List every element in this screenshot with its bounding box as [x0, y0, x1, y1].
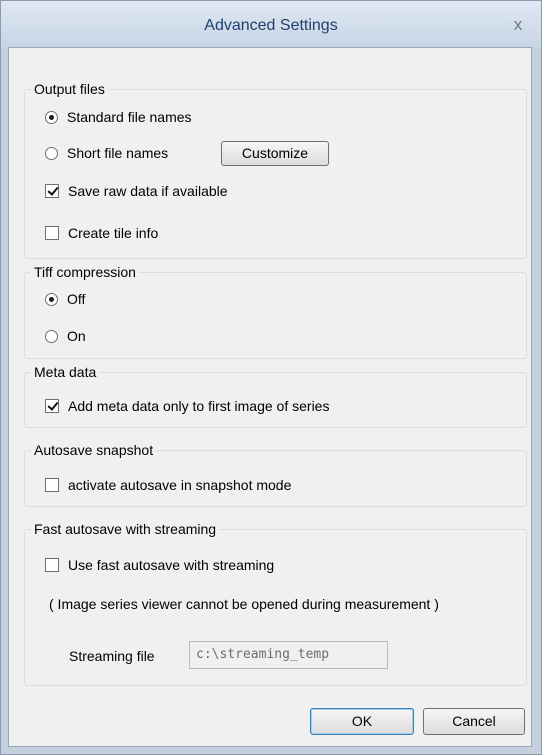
meta-first-image-option[interactable]: Add meta data only to first image of ser…: [45, 396, 329, 416]
use-fast-autosave-label: Use fast autosave with streaming: [68, 557, 275, 573]
use-fast-autosave-option[interactable]: Use fast autosave with streaming: [45, 555, 274, 575]
save-raw-data-checkbox[interactable]: [45, 184, 59, 198]
activate-autosave-option[interactable]: activate autosave in snapshot mode: [45, 475, 291, 495]
output-files-legend: Output files: [31, 80, 108, 98]
create-tile-info-checkbox[interactable]: [45, 226, 59, 240]
streaming-file-input[interactable]: c:\streaming_temp: [189, 641, 388, 669]
tiff-on-radio[interactable]: [45, 329, 58, 343]
save-raw-data-label: Save raw data if available: [68, 183, 228, 199]
viewer-warning-note: ( Image series viewer cannot be opened d…: [49, 596, 439, 612]
tiff-compression-legend: Tiff compression: [31, 263, 139, 281]
activate-autosave-label: activate autosave in snapshot mode: [68, 477, 292, 493]
tiff-off-option[interactable]: Off: [45, 289, 85, 309]
standard-file-names-label: Standard file names: [67, 109, 192, 125]
tiff-off-label: Off: [67, 291, 86, 307]
tiff-compression-group: Tiff compression: [24, 263, 527, 359]
fast-autosave-legend: Fast autosave with streaming: [31, 520, 220, 538]
short-file-names-label: Short file names: [67, 145, 169, 161]
create-tile-info-label: Create tile info: [68, 225, 159, 241]
streaming-file-label: Streaming file: [69, 648, 155, 664]
window-title: Advanced Settings: [204, 17, 338, 34]
title-bar: Advanced Settings x: [1, 1, 541, 48]
tiff-on-option[interactable]: On: [45, 326, 86, 346]
meta-first-image-label: Add meta data only to first image of ser…: [68, 398, 330, 414]
tiff-on-label: On: [67, 328, 86, 344]
meta-first-image-checkbox[interactable]: [45, 399, 59, 413]
autosave-snapshot-legend: Autosave snapshot: [31, 441, 157, 459]
activate-autosave-checkbox[interactable]: [45, 478, 59, 492]
use-fast-autosave-checkbox[interactable]: [45, 558, 59, 572]
cancel-button[interactable]: Cancel: [423, 708, 525, 735]
short-file-names-option[interactable]: Short file names: [45, 143, 168, 163]
meta-data-legend: Meta data: [31, 363, 100, 381]
ok-button[interactable]: OK: [310, 708, 414, 735]
standard-file-names-radio[interactable]: [45, 110, 58, 124]
create-tile-info-option[interactable]: Create tile info: [45, 223, 158, 243]
save-raw-data-option[interactable]: Save raw data if available: [45, 181, 228, 201]
tiff-off-radio[interactable]: [45, 292, 58, 306]
customize-button[interactable]: Customize: [221, 141, 329, 166]
standard-file-names-option[interactable]: Standard file names: [45, 107, 192, 127]
short-file-names-radio[interactable]: [45, 146, 58, 160]
close-icon[interactable]: x: [507, 14, 529, 36]
